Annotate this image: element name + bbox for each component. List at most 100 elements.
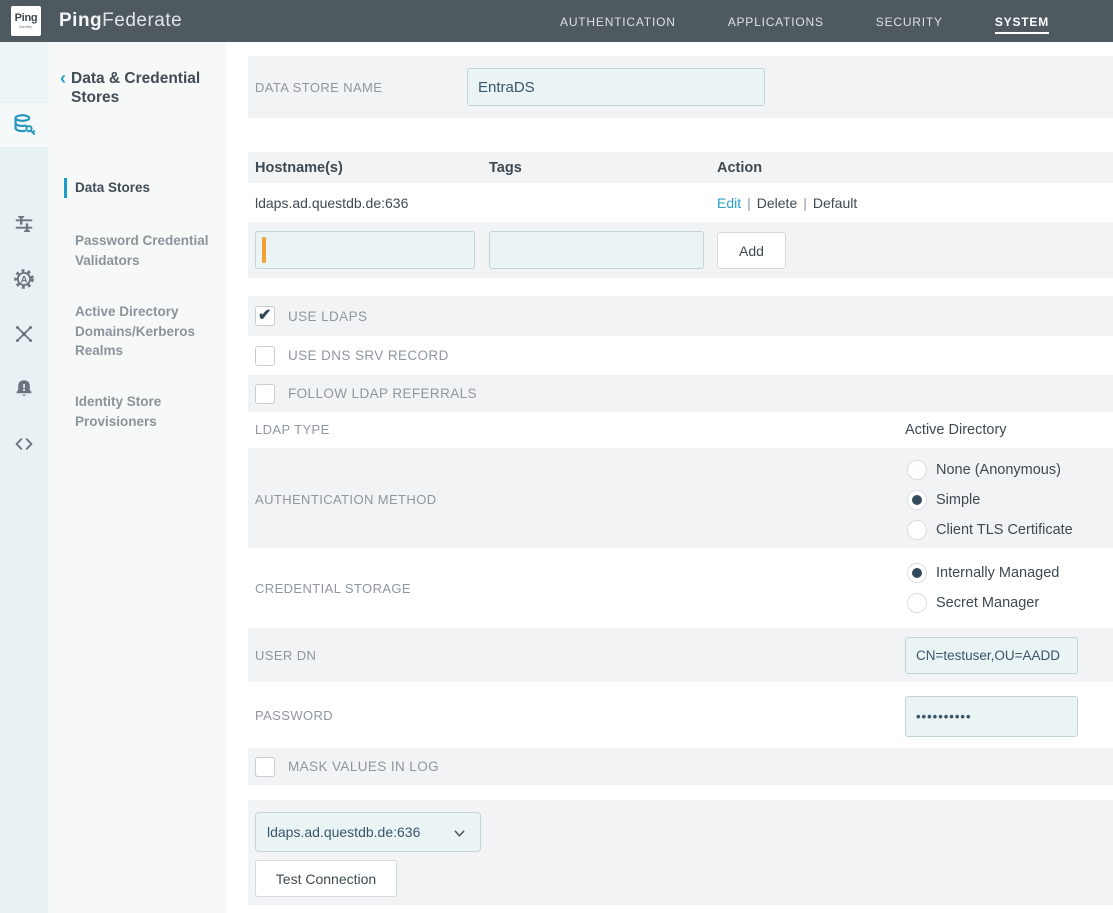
row-authentication-method: AUTHENTICATION METHOD None (Anonymous) S…	[248, 448, 1113, 548]
action-separator: |	[803, 195, 807, 211]
code-brackets-icon[interactable]	[0, 422, 48, 466]
row-ldap-type: LDAP TYPE Active Directory	[248, 412, 1113, 448]
mask-values-checkbox[interactable]	[255, 757, 275, 777]
sidebar-item-ad-domains-kerberos-realms[interactable]: Active Directory Domains/Kerberos Realms	[75, 302, 217, 361]
app-title-light: Federate	[102, 10, 182, 31]
primary-nav: AUTHENTICATION APPLICATIONS SECURITY SYS…	[560, 0, 1049, 42]
app-title: PingFederate	[59, 10, 182, 32]
column-action: Action	[717, 152, 762, 183]
radio-simple[interactable]: Simple	[907, 485, 1073, 515]
edit-link[interactable]: Edit	[717, 195, 741, 211]
gear-a-icon[interactable]: A	[0, 257, 48, 301]
sidebar-header: ‹ Data & Credential Stores	[60, 69, 215, 108]
radio-internally-managed[interactable]: Internally Managed	[907, 558, 1059, 588]
credential-storage-group: Internally Managed Secret Manager	[907, 558, 1059, 618]
sidebar-item-data-stores[interactable]: Data Stores	[75, 178, 217, 198]
radio-circle[interactable]	[907, 490, 927, 510]
action-cell: Edit | Delete | Default	[717, 183, 857, 222]
radio-client-tls-certificate[interactable]: Client TLS Certificate	[907, 515, 1073, 545]
default-link[interactable]: Default	[813, 195, 857, 211]
password-label: PASSWORD	[255, 708, 333, 723]
radio-secret-manager[interactable]: Secret Manager	[907, 588, 1059, 618]
row-credential-storage: CREDENTIAL STORAGE Internally Managed Se…	[248, 548, 1113, 628]
logo-subtext: Identity.	[19, 25, 33, 29]
new-hostname-input[interactable]	[255, 231, 475, 269]
authentication-method-group: None (Anonymous) Simple Client TLS Certi…	[907, 455, 1073, 545]
hosts-table-row: ldaps.ad.questdb.de:636 Edit | Delete | …	[248, 183, 1113, 222]
hosts-table-header: Hostname(s) Tags Action	[248, 152, 1113, 183]
nav-security[interactable]: SECURITY	[876, 2, 943, 40]
row-use-dns-srv: USE DNS SRV RECORD	[248, 336, 1113, 375]
ping-identity-logo[interactable]: Ping Identity.	[11, 6, 41, 36]
radio-label: Internally Managed	[936, 565, 1059, 581]
radio-circle[interactable]	[907, 563, 927, 583]
new-hostname-wrapper	[255, 231, 475, 269]
add-button[interactable]: Add	[717, 232, 786, 269]
logo-text: Ping	[15, 13, 38, 24]
data-store-name-label: DATA STORE NAME	[255, 80, 382, 95]
sliders-icon[interactable]	[0, 202, 48, 246]
data-store-name-input[interactable]	[467, 68, 765, 106]
credential-storage-label: CREDENTIAL STORAGE	[255, 581, 411, 596]
add-host-row: Add	[248, 222, 1113, 278]
data-store-form: DATA STORE NAME Hostname(s) Tags Action …	[248, 42, 1113, 913]
database-key-icon[interactable]	[0, 103, 48, 147]
radio-circle[interactable]	[907, 460, 927, 480]
row-user-dn: USER DN	[248, 628, 1113, 682]
user-dn-label: USER DN	[255, 648, 316, 663]
radio-none-anonymous[interactable]: None (Anonymous)	[907, 455, 1073, 485]
nav-authentication[interactable]: AUTHENTICATION	[560, 2, 676, 40]
nav-applications[interactable]: APPLICATIONS	[728, 2, 824, 40]
ldap-type-label: LDAP TYPE	[255, 422, 330, 437]
network-nodes-icon[interactable]	[0, 312, 48, 356]
password-input[interactable]	[905, 696, 1078, 737]
test-connection-button[interactable]: Test Connection	[255, 860, 397, 897]
hostname-select-value: ldaps.ad.questdb.de:636	[267, 824, 420, 840]
user-dn-input[interactable]	[905, 637, 1078, 674]
follow-ldap-referrals-label: FOLLOW LDAP REFERRALS	[288, 386, 477, 401]
use-ldaps-label: USE LDAPS	[288, 309, 367, 324]
radio-label: Client TLS Certificate	[936, 522, 1073, 538]
mask-values-label: MASK VALUES IN LOG	[288, 759, 439, 774]
top-header-bar: Ping Identity. PingFederate AUTHENTICATI…	[0, 0, 1113, 42]
use-dns-srv-label: USE DNS SRV RECORD	[288, 348, 449, 363]
sidebar-item-password-credential-validators[interactable]: Password Credential Validators	[75, 231, 217, 270]
app-title-bold: Ping	[59, 10, 102, 31]
test-connection-section: ldaps.ad.questdb.de:636 Test Connection	[248, 800, 1113, 905]
hostname-cell: ldaps.ad.questdb.de:636	[255, 183, 408, 222]
chevron-down-icon	[453, 827, 466, 840]
radio-label: Simple	[936, 492, 980, 508]
bell-alert-icon[interactable]	[0, 367, 48, 411]
sidebar-title: Data & Credential Stores	[71, 69, 215, 108]
svg-text:A: A	[21, 274, 28, 285]
follow-ldap-referrals-checkbox[interactable]	[255, 384, 275, 404]
authentication-method-label: AUTHENTICATION METHOD	[255, 492, 437, 507]
hostname-select[interactable]: ldaps.ad.questdb.de:636	[255, 812, 481, 852]
text-caret	[262, 237, 266, 263]
radio-circle[interactable]	[907, 520, 927, 540]
rail-top-strip	[0, 42, 48, 102]
back-chevron-icon[interactable]: ‹	[60, 69, 66, 108]
new-tags-wrapper	[489, 231, 704, 269]
sidebar-item-identity-store-provisioners[interactable]: Identity Store Provisioners	[75, 392, 217, 431]
action-separator: |	[747, 195, 751, 211]
radio-circle[interactable]	[907, 593, 927, 613]
delete-link[interactable]: Delete	[757, 195, 797, 211]
section-sidebar: ‹ Data & Credential Stores Data Stores P…	[48, 42, 226, 913]
radio-label: None (Anonymous)	[936, 462, 1061, 478]
new-tags-input[interactable]	[489, 231, 704, 269]
use-dns-srv-checkbox[interactable]	[255, 346, 275, 366]
nav-system[interactable]: SYSTEM	[995, 2, 1049, 40]
row-data-store-name: DATA STORE NAME	[248, 56, 1113, 118]
column-hostnames: Hostname(s)	[255, 152, 343, 183]
row-use-ldaps: USE LDAPS	[248, 296, 1113, 336]
ldap-type-value: Active Directory	[905, 422, 1007, 438]
column-tags: Tags	[489, 152, 522, 183]
use-ldaps-checkbox[interactable]	[255, 306, 275, 326]
icon-rail: A	[0, 42, 48, 913]
row-mask-values-in-log: MASK VALUES IN LOG	[248, 748, 1113, 785]
row-password: PASSWORD	[248, 682, 1113, 748]
row-follow-ldap-referrals: FOLLOW LDAP REFERRALS	[248, 375, 1113, 412]
pingfederate-screen: Ping Identity. PingFederate AUTHENTICATI…	[0, 0, 1113, 913]
radio-label: Secret Manager	[936, 595, 1039, 611]
